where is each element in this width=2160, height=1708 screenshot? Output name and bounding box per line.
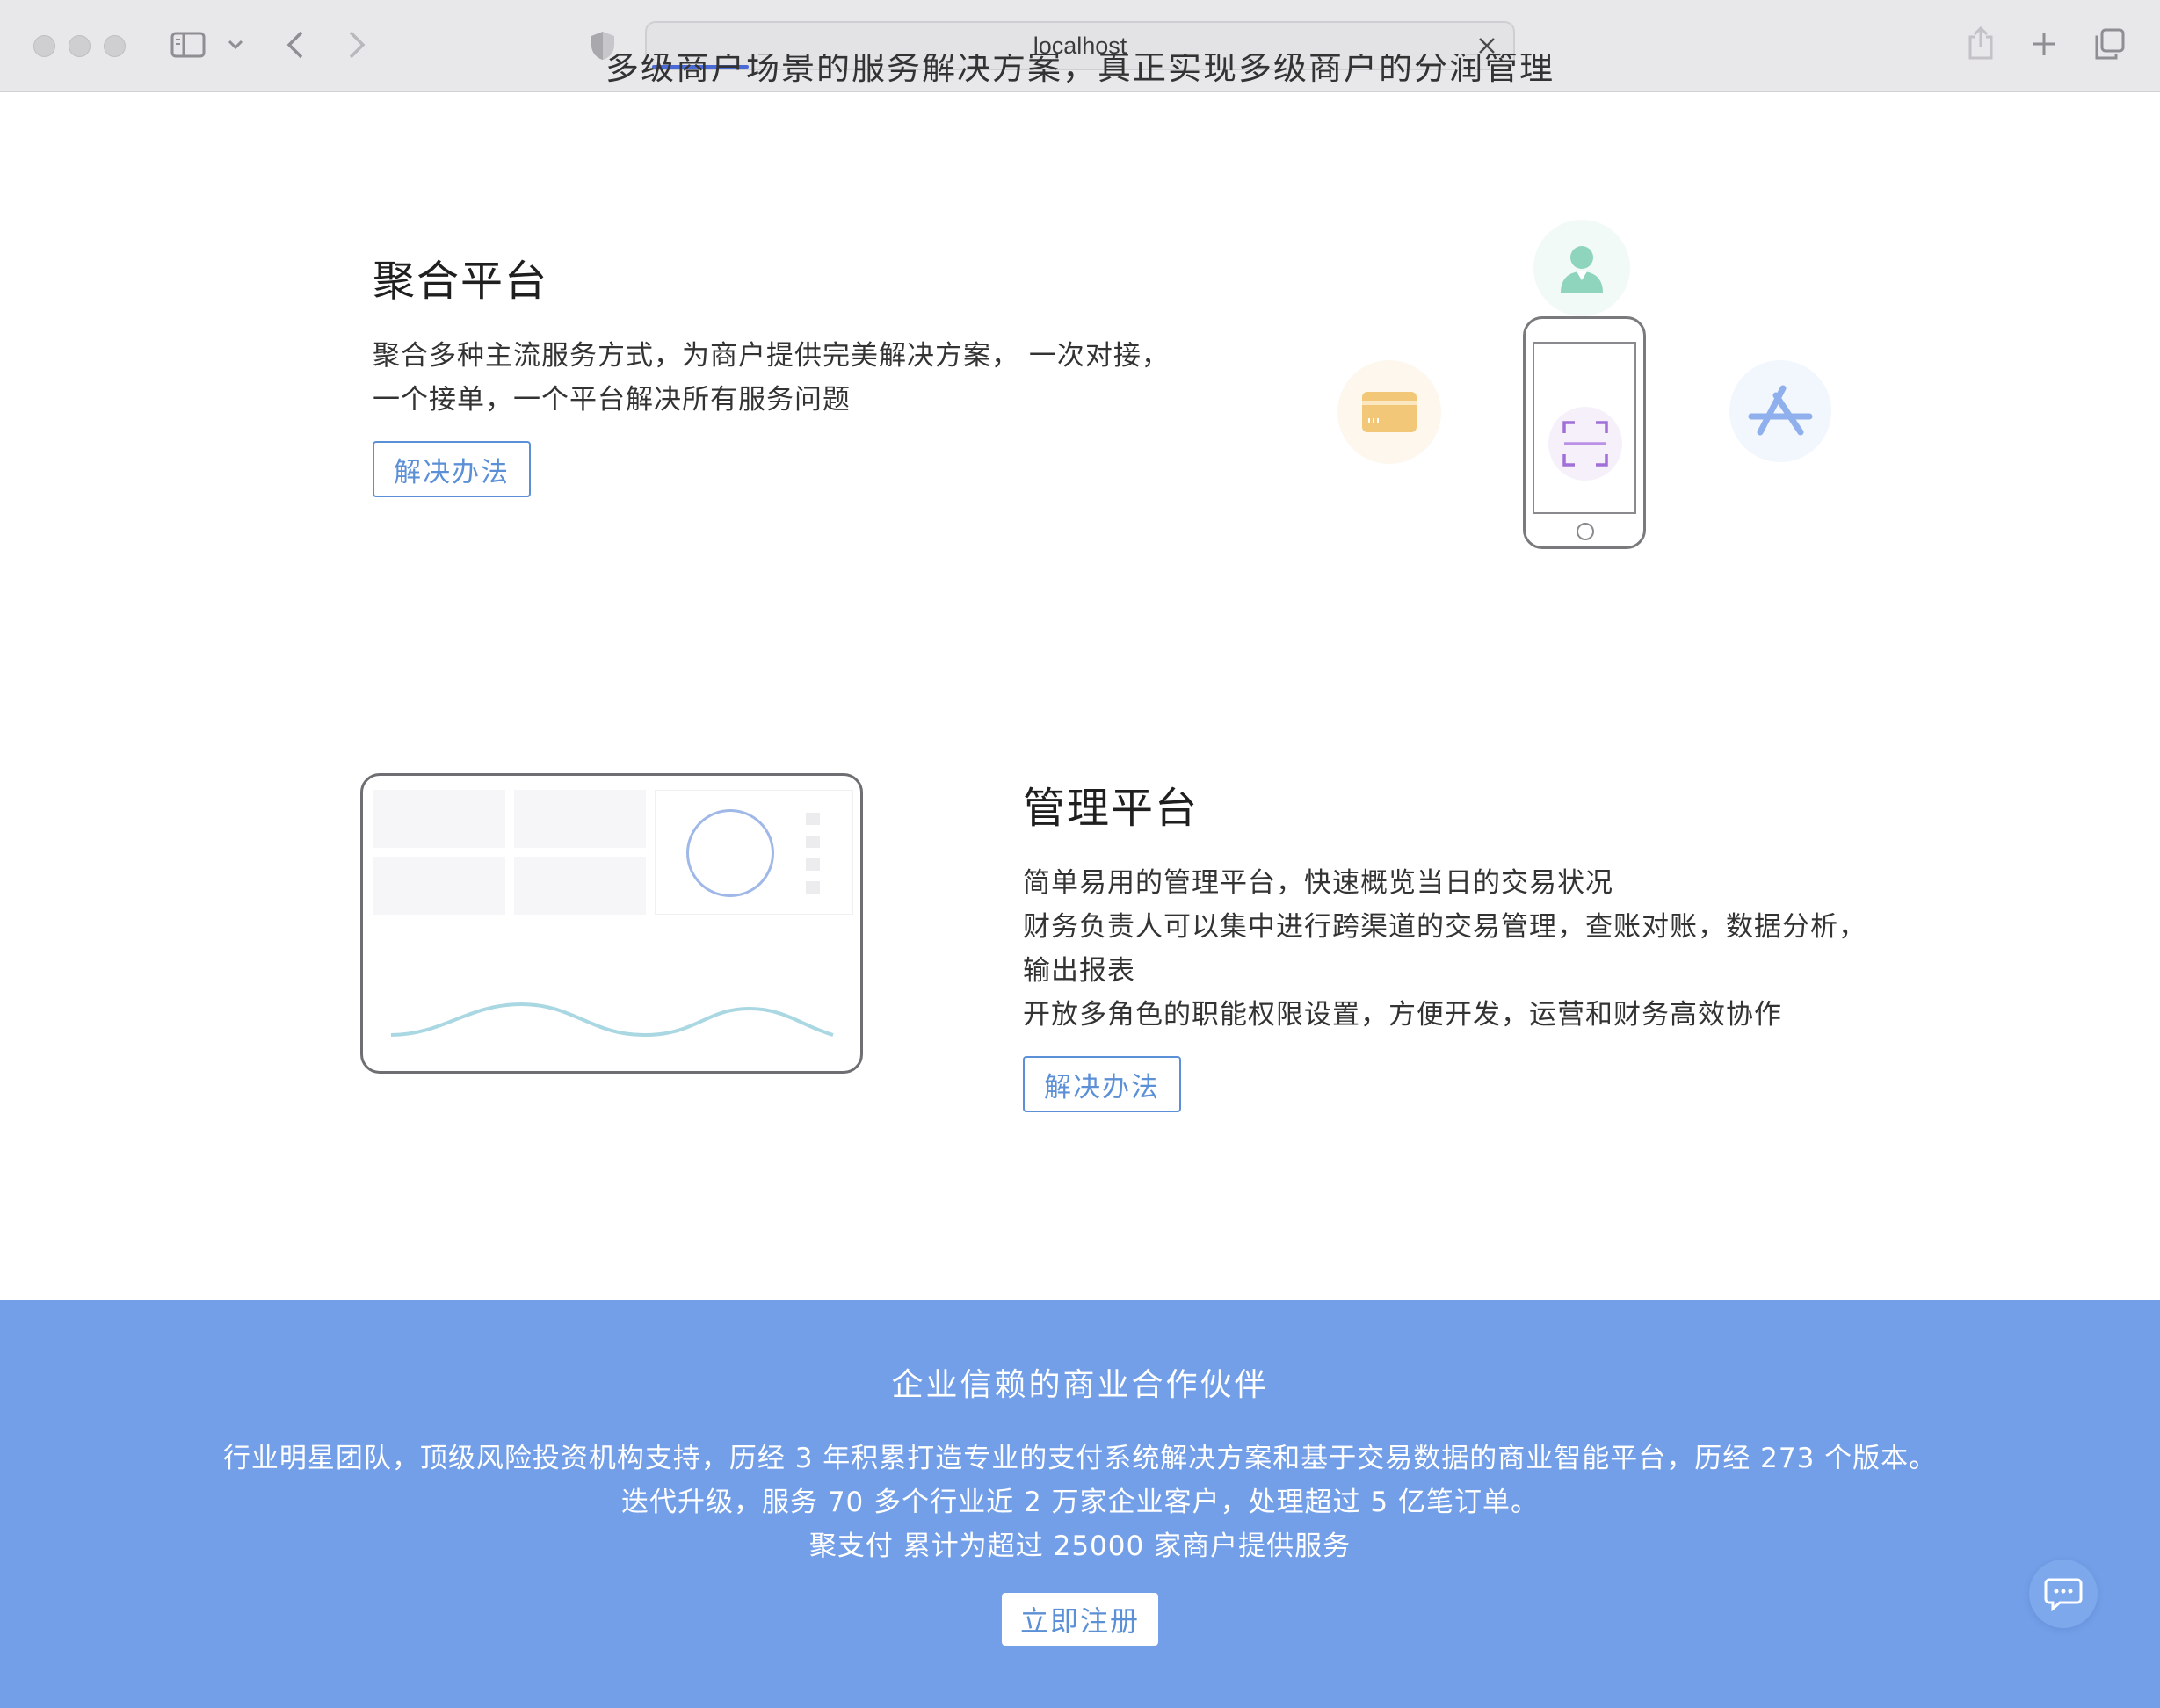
feature-description-aggregation: 聚合多种主流服务方式，为商户提供完美解决方案， 一次对接， 一个接单，一个平台解… [373,334,1199,422]
feature-line: 输出报表 [1023,955,1135,987]
app-store-icon [1729,360,1831,462]
solution-button-aggregation[interactable]: 解决办法 [373,441,531,497]
solution-button-management[interactable]: 解决办法 [1023,1056,1181,1112]
scan-icon [1548,407,1622,481]
phone-icon [1523,316,1646,549]
chat-icon[interactable] [2029,1560,2098,1628]
partner-banner: 企业信赖的商业合作伙伴 行业明星团队，顶级风险投资机构支持，历经 3 年积累打造… [0,1300,2160,1708]
feature-title-aggregation: 聚合平台 [373,257,549,306]
feature-line: 财务负责人可以集中进行跨渠道的交易管理，查账对账，数据分析， [1023,911,1866,943]
banner-title: 企业信赖的商业合作伙伴 [891,1367,1269,1403]
banner-line: 迭代升级，服务 70 多个行业近 2 万家企业客户，处理超过 5 亿笔订单。 [620,1487,1539,1518]
feature-line: 开放多角色的职能权限设置，方便开发，运营和财务高效协作 [1023,999,1782,1031]
feature-description-management: 简单易用的管理平台，快速概览当日的交易状况 财务负责人可以集中进行跨渠道的交易管… [1023,861,1990,1037]
feature-line: 一个接单，一个平台解决所有服务问题 [373,384,851,416]
user-icon [1533,220,1630,316]
hero-subtitle-partial: 多级商户场景的服务解决方案，真正实现多级商户的分润管理 [0,54,2160,93]
dashboard-icon [360,773,863,1074]
feature-line: 简单易用的管理平台，快速概览当日的交易状况 [1023,867,1613,899]
chevron-down-icon[interactable] [225,33,246,54]
hero-subtitle-text: 多级商户场景的服务解决方案，真正实现多级商户的分润管理 [605,54,1555,87]
feature-title-management: 管理平台 [1023,784,1200,833]
feature-line: 聚合多种主流服务方式，为商户提供完美解决方案， 一次对接， [373,340,1170,372]
banner-line: 行业明星团队，顶级风险投资机构支持，历经 3 年积累打造专业的支付系统解决方案和… [222,1443,1938,1474]
card-icon [1337,360,1441,464]
banner-line: 聚支付 累计为超过 25000 家商户提供服务 [808,1531,1352,1562]
aggregation-illustration [1318,202,1863,571]
register-button[interactable]: 立即注册 [1002,1593,1158,1646]
